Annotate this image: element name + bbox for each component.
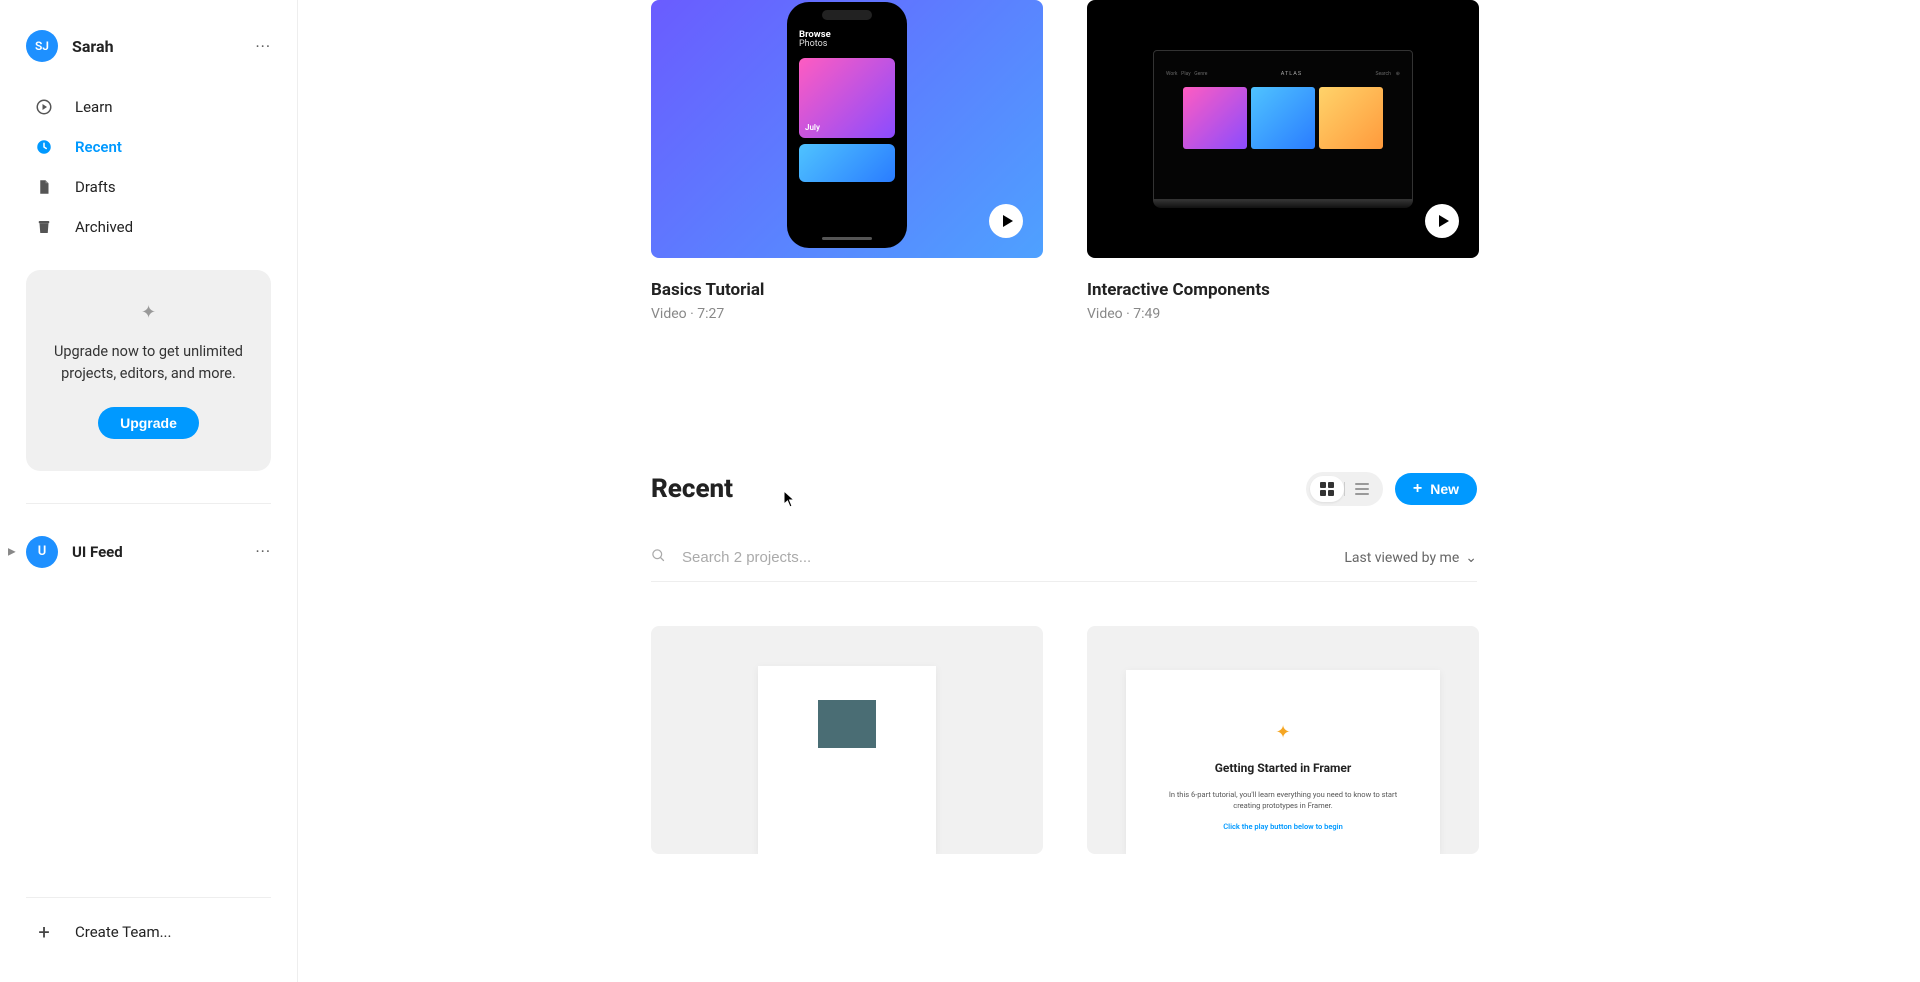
laptop-illustration: Work Play Genre ATLAS Search ⊕: [1153, 50, 1413, 208]
user-avatar: SJ: [26, 30, 58, 62]
phone-illustration: Browse Photos: [787, 2, 907, 248]
team-row[interactable]: ▶ U UI Feed ···: [26, 524, 271, 580]
tutorial-card-basics[interactable]: Browse Photos Basics Tutorial Video · 7:…: [651, 0, 1043, 322]
nav-item-learn[interactable]: Learn: [26, 88, 271, 126]
project-thumbnail[interactable]: [651, 626, 1043, 854]
nav-item-drafts[interactable]: Drafts: [26, 168, 271, 206]
sidebar-bottom: + Create Team...: [26, 897, 271, 982]
tutorial-card-interactive[interactable]: Work Play Genre ATLAS Search ⊕: [1087, 0, 1479, 322]
search-icon: [651, 548, 666, 567]
create-team-button[interactable]: + Create Team...: [26, 906, 271, 958]
create-team-label: Create Team...: [75, 923, 171, 941]
nav-label: Drafts: [75, 178, 116, 196]
nav-item-recent[interactable]: Recent: [26, 128, 271, 166]
tutorial-title: Interactive Components: [1087, 280, 1479, 300]
tutorial-meta: Video · 7:49: [1087, 306, 1479, 322]
nav-label: Archived: [75, 218, 133, 236]
search-input[interactable]: [682, 549, 1344, 566]
project-canvas: [758, 666, 936, 854]
plus-icon: +: [1413, 481, 1422, 497]
project-inner-text: In this 6-part tutorial, you'll learn ev…: [1166, 789, 1400, 812]
upgrade-box: ✦ Upgrade now to get unlimited projects,…: [26, 270, 271, 471]
user-name: Sarah: [72, 37, 241, 56]
sidebar: SJ Sarah ··· Learn Recent Drafts A: [0, 0, 298, 982]
upgrade-button[interactable]: Upgrade: [98, 407, 199, 439]
user-row[interactable]: SJ Sarah ···: [26, 30, 271, 62]
new-button[interactable]: + New: [1395, 473, 1477, 505]
more-icon[interactable]: ···: [255, 542, 271, 561]
sort-dropdown[interactable]: Last viewed by me ⌄: [1344, 550, 1477, 566]
search-row: Last viewed by me ⌄: [651, 548, 1477, 582]
project-card[interactable]: ✦ Getting Started in Framer In this 6-pa…: [1087, 626, 1479, 854]
tutorials-row: Browse Photos Basics Tutorial Video · 7:…: [651, 0, 1775, 322]
file-icon: [35, 178, 53, 196]
project-inner-title: Getting Started in Framer: [1215, 761, 1352, 775]
nav-list: Learn Recent Drafts Archived: [26, 88, 271, 246]
nav-item-archived[interactable]: Archived: [26, 208, 271, 246]
project-inner-link: Click the play button below to begin: [1223, 822, 1343, 831]
play-icon[interactable]: [1425, 204, 1459, 238]
nav-label: Recent: [75, 138, 122, 156]
project-card[interactable]: [651, 626, 1043, 854]
chevron-down-icon: ⌄: [1465, 550, 1477, 566]
block-shape: [818, 700, 876, 748]
list-view-button[interactable]: [1345, 476, 1379, 502]
grid-icon: [1320, 482, 1334, 496]
play-circle-icon: [35, 98, 53, 116]
project-canvas: ✦ Getting Started in Framer In this 6-pa…: [1126, 670, 1440, 854]
main: Browse Photos Basics Tutorial Video · 7:…: [298, 0, 1920, 982]
section-title: Recent: [651, 474, 1306, 504]
tutorial-title: Basics Tutorial: [651, 280, 1043, 300]
more-icon[interactable]: ···: [255, 37, 271, 56]
tutorial-thumbnail[interactable]: Work Play Genre ATLAS Search ⊕: [1087, 0, 1479, 258]
project-thumbnail[interactable]: ✦ Getting Started in Framer In this 6-pa…: [1087, 626, 1479, 854]
divider: [26, 897, 271, 898]
plus-icon: +: [35, 920, 53, 944]
team-avatar: U: [26, 536, 58, 568]
tutorial-thumbnail[interactable]: Browse Photos: [651, 0, 1043, 258]
sort-label-text: Last viewed by me: [1344, 550, 1459, 566]
cursor-icon: [783, 490, 797, 508]
team-name: UI Feed: [72, 543, 241, 561]
sparkle-icon: ✦: [50, 302, 247, 323]
nav-label: Learn: [75, 98, 113, 116]
new-button-label: New: [1430, 481, 1459, 497]
view-toggle: [1306, 472, 1383, 506]
divider: [26, 503, 271, 504]
tutorial-meta: Video · 7:27: [651, 306, 1043, 322]
play-icon[interactable]: [989, 204, 1023, 238]
clock-icon: [35, 138, 53, 156]
grid-view-button[interactable]: [1310, 476, 1344, 502]
projects-row: ✦ Getting Started in Framer In this 6-pa…: [651, 626, 1775, 854]
caret-right-icon[interactable]: ▶: [8, 546, 16, 557]
list-icon: [1355, 482, 1369, 496]
trash-icon: [35, 218, 53, 236]
sparkle-icon: ✦: [1275, 722, 1290, 743]
section-header: Recent + New: [651, 472, 1477, 506]
upgrade-text: Upgrade now to get unlimited projects, e…: [50, 341, 247, 385]
